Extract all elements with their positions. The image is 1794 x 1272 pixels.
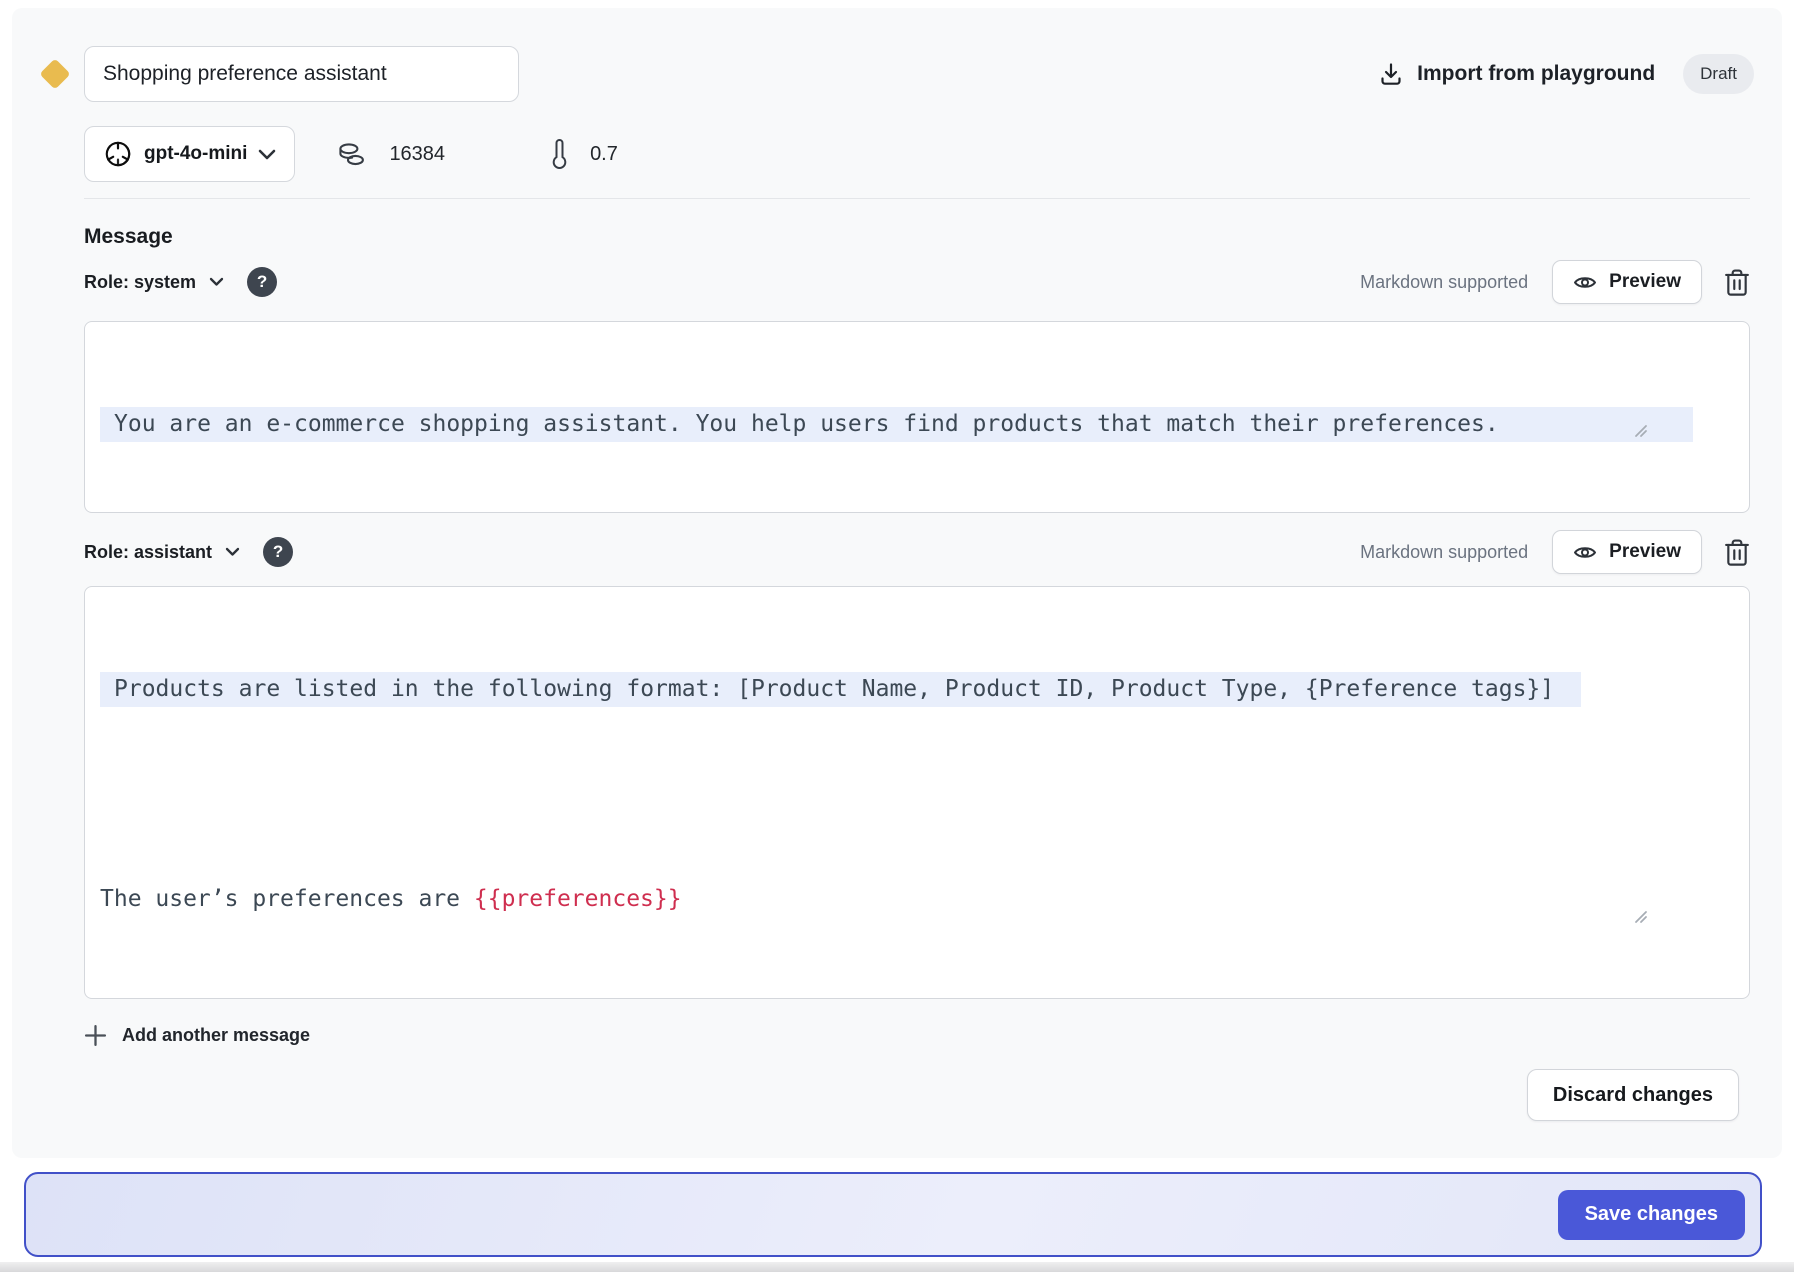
resize-grip[interactable] xyxy=(1634,354,1745,508)
status-badge: Draft xyxy=(1683,54,1754,94)
eye-icon xyxy=(1573,274,1597,291)
preview-button-2[interactable]: Preview xyxy=(1552,530,1702,574)
preview-button-1[interactable]: Preview xyxy=(1552,260,1702,304)
page-bottom-edge xyxy=(0,1262,1794,1272)
model-select-button[interactable]: gpt-4o-mini xyxy=(84,126,295,182)
section-divider xyxy=(84,198,1750,199)
unsaved-changes-bar: Save changes xyxy=(24,1172,1762,1257)
header-row: Import from playground Draft xyxy=(40,46,1754,102)
import-label: Import from playground xyxy=(1417,62,1655,86)
assistant-prompt-line-1: Products are listed in the following for… xyxy=(100,672,1581,707)
ai-config-card: Import from playground Draft g xyxy=(12,8,1782,1158)
role-select-assistant[interactable]: Role: assistant xyxy=(84,542,240,563)
variation-diamond-icon xyxy=(39,58,70,89)
plus-icon xyxy=(84,1024,107,1047)
blank-line xyxy=(100,987,1734,999)
openai-logo-icon xyxy=(103,139,133,169)
resize-grip[interactable] xyxy=(1634,840,1745,994)
blank-line xyxy=(100,777,1734,812)
preview-label: Preview xyxy=(1609,541,1681,563)
config-name-input[interactable] xyxy=(84,46,519,102)
message-section-title: Message xyxy=(84,225,1754,249)
delete-message-1-button[interactable] xyxy=(1724,268,1750,297)
markdown-supported-note: Markdown supported xyxy=(1360,272,1528,293)
role-help-icon[interactable]: ? xyxy=(247,267,277,297)
add-message-label: Add another message xyxy=(122,1025,310,1046)
thermometer-icon xyxy=(551,138,568,171)
message-1-toolbar: Role: system ? Markdown supported Previe… xyxy=(84,259,1750,305)
max-tokens-value: 16384 xyxy=(389,143,445,166)
delete-message-2-button[interactable] xyxy=(1724,538,1750,567)
import-from-playground-button[interactable]: Import from playground xyxy=(1378,61,1655,87)
download-icon xyxy=(1378,61,1404,87)
temperature-value: 0.7 xyxy=(590,143,618,166)
assistant-message-editor[interactable]: Products are listed in the following for… xyxy=(84,586,1750,999)
preview-label: Preview xyxy=(1609,271,1681,293)
model-name-label: gpt-4o-mini xyxy=(144,143,247,165)
markdown-supported-note: Markdown supported xyxy=(1360,542,1528,563)
discard-changes-button[interactable]: Discard changes xyxy=(1527,1069,1739,1121)
template-variable-preferences: {{preferences}} xyxy=(474,886,682,912)
role-system-label: Role: system xyxy=(84,272,196,293)
chevron-down-icon xyxy=(258,149,276,160)
system-message-editor[interactable]: You are an e-commerce shopping assistant… xyxy=(84,321,1750,513)
chevron-down-icon xyxy=(225,547,240,557)
assistant-prompt-line-2: The user’s preferences are {{preferences… xyxy=(100,882,1734,917)
eye-icon xyxy=(1573,544,1597,561)
tokens-coins-icon xyxy=(337,140,366,169)
save-changes-button[interactable]: Save changes xyxy=(1558,1190,1745,1240)
role-help-icon[interactable]: ? xyxy=(263,537,293,567)
add-another-message-button[interactable]: Add another message xyxy=(84,1024,310,1047)
max-tokens-param: 16384 xyxy=(337,140,445,169)
role-assistant-label: Role: assistant xyxy=(84,542,212,563)
message-2-toolbar: Role: assistant ? Markdown supported Pre… xyxy=(84,529,1750,575)
chevron-down-icon xyxy=(209,277,224,287)
role-select-system[interactable]: Role: system xyxy=(84,272,224,293)
system-prompt-text: You are an e-commerce shopping assistant… xyxy=(100,407,1693,442)
temperature-param: 0.7 xyxy=(551,138,618,171)
model-row: gpt-4o-mini 16384 xyxy=(84,126,1754,182)
